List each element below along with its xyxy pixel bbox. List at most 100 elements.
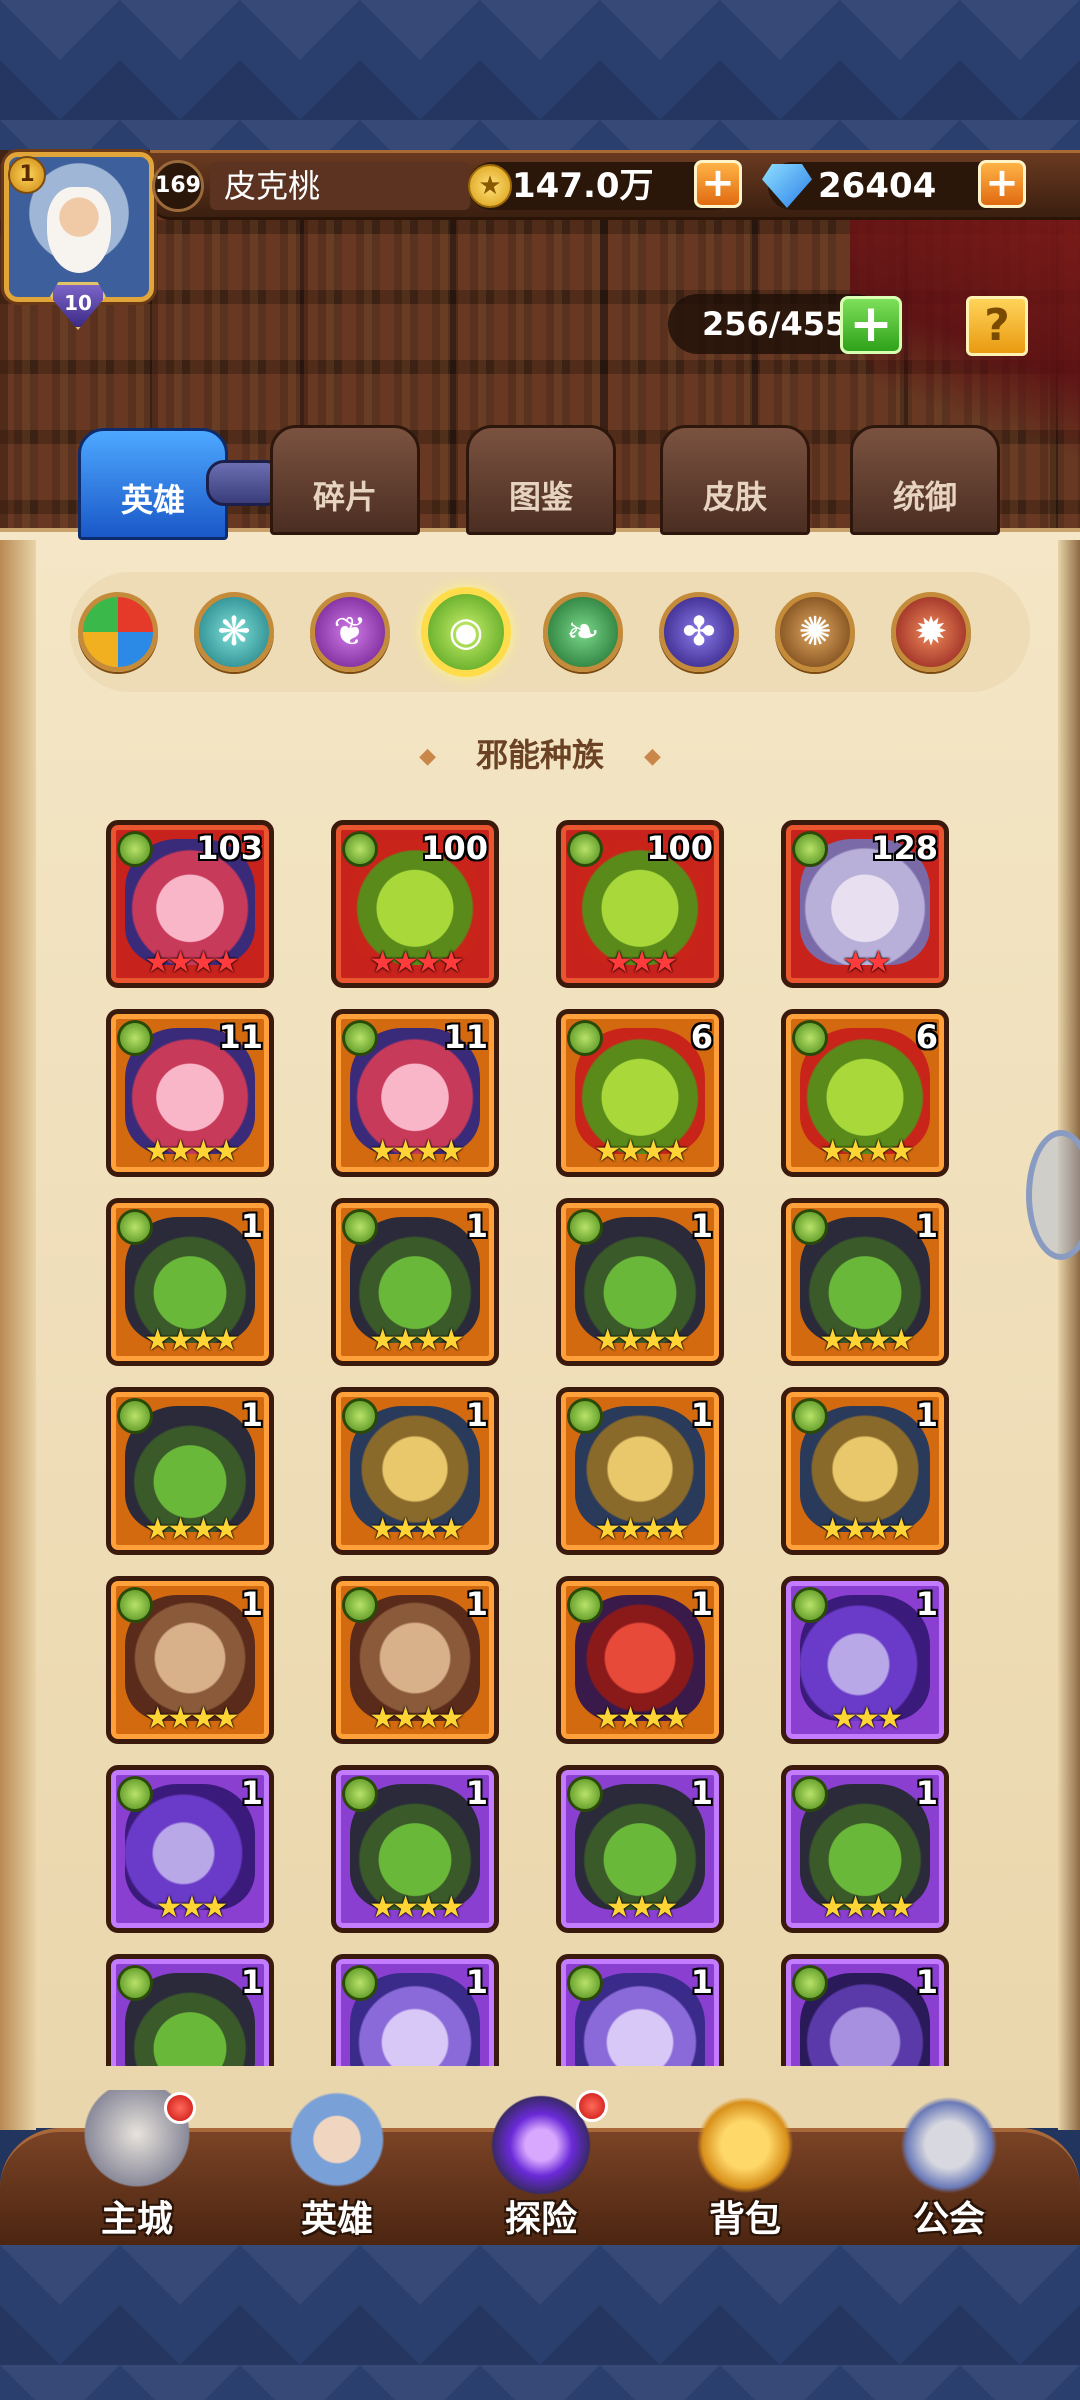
hero-card[interactable]: 128 ★★: [781, 820, 949, 988]
hero-card[interactable]: 1 ★★★★: [781, 1198, 949, 1366]
hero-level: 1: [690, 1396, 713, 1434]
hero-stars: ★★★★: [819, 1890, 915, 1925]
faction-badge-icon: [117, 1776, 153, 1812]
faction-badge-icon: [342, 1776, 378, 1812]
hero-card[interactable]: 1 ★★★★: [331, 1576, 499, 1744]
tab-codex[interactable]: 图鉴: [466, 425, 616, 535]
faction-badge-icon: [792, 831, 828, 867]
hero-stars: ★★★★: [594, 1701, 690, 1736]
faction-light-icon[interactable]: ✺: [775, 592, 855, 672]
hero-card[interactable]: 11 ★★★★: [106, 1009, 274, 1177]
hero-stars: ★★★★: [144, 1323, 240, 1358]
hero-card[interactable]: 1: [106, 1954, 274, 2066]
hero-level: 1: [240, 1207, 263, 1245]
notification-dot: [164, 2092, 196, 2124]
tab-skins[interactable]: 皮肤: [660, 425, 810, 535]
hero-stars: ★★★★: [369, 945, 465, 980]
hero-stars: ★★★★: [369, 1323, 465, 1358]
faction-forest-icon[interactable]: ❧: [543, 592, 623, 672]
hero-stars: ★★★★: [594, 1512, 690, 1547]
hero-card[interactable]: 1 ★★★★: [106, 1576, 274, 1744]
hero-stars: ★★★★: [594, 1323, 690, 1358]
nav-label: 公会: [912, 2199, 985, 2240]
faction-shadow-icon[interactable]: ❋: [194, 592, 274, 672]
hero-level: 11: [443, 1018, 488, 1056]
hero-card[interactable]: 103 ★★★★: [106, 820, 274, 988]
avatar-portrait: [47, 187, 111, 273]
help-button[interactable]: ?: [966, 296, 1028, 356]
hero-card[interactable]: 6 ★★★★: [556, 1009, 724, 1177]
hero-level: 1: [240, 1396, 263, 1434]
tab-fragments[interactable]: 碎片: [270, 425, 420, 535]
hero-stars: ★★★★: [144, 1701, 240, 1736]
hero-card[interactable]: 1 ★★★★: [331, 1198, 499, 1366]
nav-backpack[interactable]: 背包: [660, 2090, 830, 2240]
hero-card[interactable]: 1: [781, 1954, 949, 2066]
faction-badge-icon: [567, 1398, 603, 1434]
hero-level: 1: [465, 1774, 488, 1812]
hero-stars: ★★★★: [594, 1134, 690, 1169]
hero-card[interactable]: 1 ★★★★: [331, 1387, 499, 1555]
hero-card[interactable]: 11 ★★★★: [331, 1009, 499, 1177]
hero-level: 1: [240, 1774, 263, 1812]
hero-card[interactable]: 1 ★★★★: [781, 1765, 949, 1933]
faction-badge-icon: [117, 831, 153, 867]
hero-level: 1: [915, 1396, 938, 1434]
hero-stars: ★★: [842, 945, 892, 980]
hero-card[interactable]: 1 ★★★★: [106, 1387, 274, 1555]
hero-card[interactable]: 1 ★★★: [556, 1765, 724, 1933]
hero-stars: ★★★★: [144, 945, 240, 980]
faction-badge-icon: [567, 1587, 603, 1623]
hero-card[interactable]: 1: [556, 1954, 724, 2066]
hero-card[interactable]: 1 ★★★: [106, 1765, 274, 1933]
faction-dark-icon[interactable]: ✤: [659, 592, 739, 672]
hero-level: 1: [690, 1963, 713, 2001]
hero-level: 128: [871, 829, 938, 867]
diamond-ornament-icon: ◆: [644, 744, 661, 769]
tab-command[interactable]: 统御: [850, 425, 1000, 535]
hero-stars: ★★★★: [369, 1134, 465, 1169]
hero-level: 6: [690, 1018, 713, 1056]
hero-stars: ★★★★: [819, 1323, 915, 1358]
vip-badge: 1: [8, 156, 46, 194]
hero-card[interactable]: 1 ★★★★: [556, 1576, 724, 1744]
hero-card[interactable]: 1 ★★★★: [556, 1387, 724, 1555]
nav-main-city[interactable]: 主城: [52, 2090, 222, 2240]
add-gems-button[interactable]: +: [978, 160, 1026, 208]
faction-transcend-icon[interactable]: ✹: [891, 592, 971, 672]
expand-capacity-button[interactable]: +: [840, 296, 902, 354]
faction-abyss-icon[interactable]: ◉: [421, 587, 511, 677]
faction-badge-icon: [342, 1398, 378, 1434]
hero-card[interactable]: 1 ★★★★: [106, 1198, 274, 1366]
hero-stars: ★★★★: [369, 1512, 465, 1547]
hero-card[interactable]: 1 ★★★: [781, 1576, 949, 1744]
hero-card[interactable]: 100 ★★★★: [331, 820, 499, 988]
hero-card[interactable]: 1: [331, 1954, 499, 2066]
hero-card[interactable]: 100 ★★★: [556, 820, 724, 988]
hero-level: 100: [421, 829, 488, 867]
nav-guild[interactable]: 公会: [864, 2090, 1034, 2240]
hero-card[interactable]: 1 ★★★★: [556, 1198, 724, 1366]
nav-label: 背包: [708, 2199, 781, 2240]
hero-level: 1: [915, 1963, 938, 2001]
add-gold-button[interactable]: +: [694, 160, 742, 208]
faction-fortress-icon[interactable]: ❦: [310, 592, 390, 672]
hero-card[interactable]: 1 ★★★★: [331, 1765, 499, 1933]
nav-label: 探险: [504, 2199, 577, 2240]
player-level: 169: [152, 160, 204, 212]
hero-level: 103: [196, 829, 263, 867]
hero-card[interactable]: 6 ★★★★: [781, 1009, 949, 1177]
faction-badge-icon: [567, 1776, 603, 1812]
hero-stars: ★★★: [605, 945, 679, 980]
faction-badge-icon: [792, 1209, 828, 1245]
hero-card[interactable]: 1 ★★★★: [781, 1387, 949, 1555]
hero-level: 1: [465, 1396, 488, 1434]
nav-explore[interactable]: 探险: [456, 2090, 626, 2240]
nav-label: 主城: [100, 2199, 173, 2240]
hero-level: 1: [465, 1963, 488, 2001]
top-frame: [0, 0, 1080, 160]
faction-badge-icon: [117, 1398, 153, 1434]
nav-heroes[interactable]: 英雄: [252, 2090, 422, 2240]
faction-badge-icon: [792, 1965, 828, 2001]
faction-all-icon[interactable]: [78, 592, 158, 672]
